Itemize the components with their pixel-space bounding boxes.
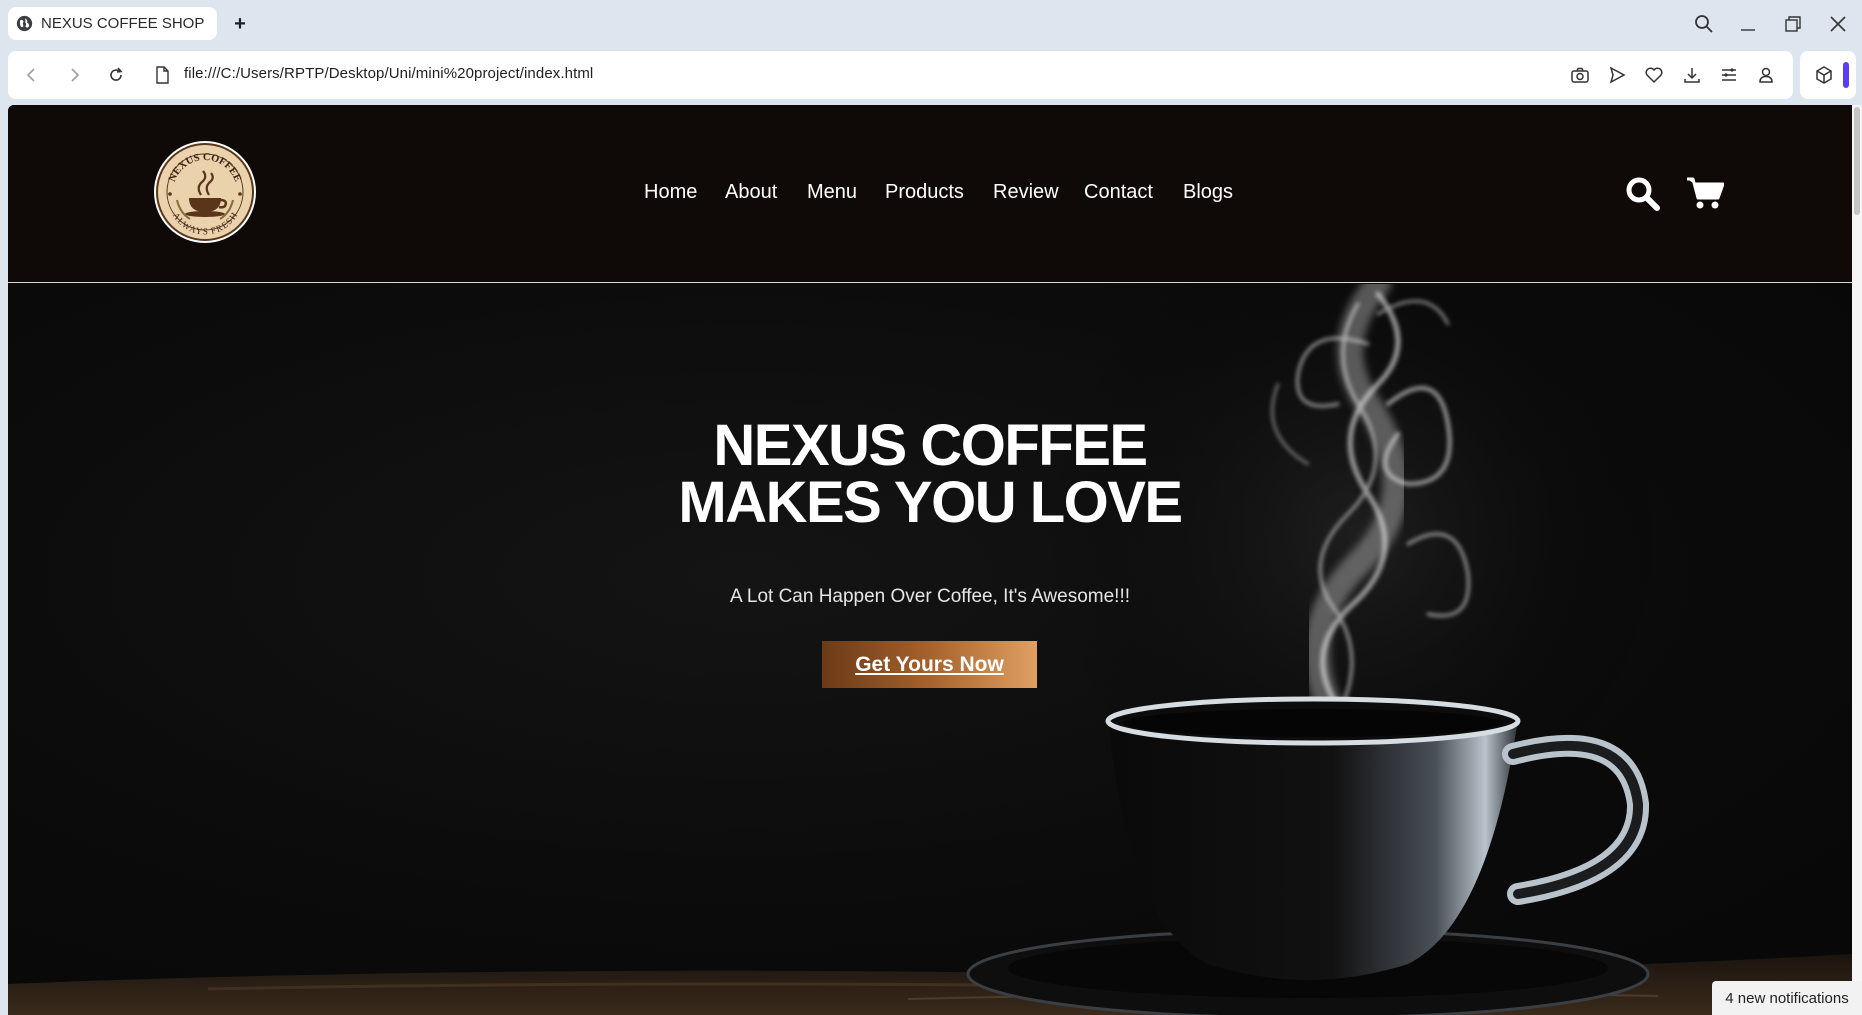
arrow-left-icon [26,68,35,82]
send-button[interactable] [1605,63,1629,87]
main-nav: Home About Menu Products Review Contact … [8,105,1852,283]
restore-icon [1785,16,1801,32]
page-info-button[interactable] [150,63,174,87]
extension-icon [1816,66,1832,84]
reload-icon [110,67,123,81]
sidebar-toggle[interactable] [1843,62,1849,88]
globe-icon [16,15,33,32]
minimize-button[interactable] [1734,10,1762,38]
easy-setup-button[interactable] [1717,63,1741,87]
reload-button[interactable] [104,63,128,87]
page-scrollbar[interactable] [1852,105,1862,1015]
browser-titlebar: NEXUS COFFEE SHOP + [0,0,1862,48]
nav-about[interactable]: About [725,181,777,204]
scrollbar-thumb[interactable] [1854,107,1860,215]
hero-section: NEXUS COFFEE MAKES YOU LOVE A Lot Can Ha… [8,284,1852,1015]
nav-blogs[interactable]: Blogs [1183,181,1233,204]
extensions-panel [1800,51,1856,99]
download-icon [1684,68,1700,83]
profile-icon [1759,67,1773,83]
back-button[interactable] [20,63,44,87]
site-header: NEXUS COFFEE ALWAYS FRESH Home About Men… [8,105,1852,283]
camera-icon [1571,67,1589,83]
minimize-icon [1741,29,1755,31]
extensions-button[interactable] [1812,63,1836,87]
browser-tab[interactable]: NEXUS COFFEE SHOP [8,7,217,40]
search-icon [1695,15,1713,33]
get-yours-now-button[interactable]: Get Yours Now [822,641,1037,688]
favorite-button[interactable] [1642,63,1666,87]
nav-menu[interactable]: Menu [807,181,857,204]
nav-review[interactable]: Review [993,181,1059,204]
nav-products[interactable]: Products [885,181,964,204]
tab-title: NEXUS COFFEE SHOP [41,15,205,32]
search-icon[interactable] [1625,176,1661,212]
profile-button[interactable] [1754,63,1778,87]
send-icon [1609,66,1626,84]
nav-home[interactable]: Home [644,181,697,204]
address-bar: file:///C:/Users/RPTP/Desktop/Uni/mini%2… [8,51,1793,99]
download-button[interactable] [1680,63,1704,87]
close-window-button[interactable] [1824,10,1852,38]
forward-button[interactable] [62,63,86,87]
close-icon [1830,16,1846,32]
url-field[interactable]: file:///C:/Users/RPTP/Desktop/Uni/mini%2… [184,65,593,82]
hero-title-line2: MAKES YOU LOVE [678,470,1183,535]
snapshot-button[interactable] [1568,63,1592,87]
arrow-right-icon [71,68,80,82]
file-icon [156,66,169,84]
cart-icon[interactable] [1686,176,1724,210]
restore-button[interactable] [1779,10,1807,38]
hero-subtitle: A Lot Can Happen Over Coffee, It's Aweso… [729,586,1131,607]
menu-icon [1722,68,1736,81]
web-page: NEXUS COFFEE ALWAYS FRESH Home About Men… [8,105,1852,1015]
search-tabs-button[interactable] [1690,10,1718,38]
heart-icon [1645,67,1663,84]
new-tab-button[interactable]: + [228,12,252,36]
nav-contact[interactable]: Contact [1084,181,1153,204]
notifications-badge[interactable]: 4 new notifications [1712,981,1862,1015]
